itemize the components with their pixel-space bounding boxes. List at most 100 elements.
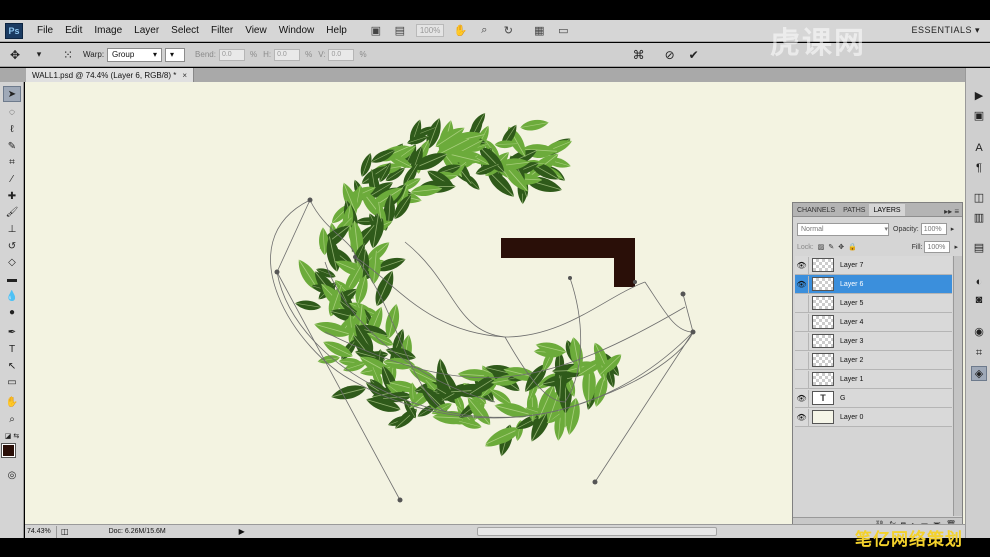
- preset-dropdown-icon[interactable]: ▾: [30, 46, 48, 64]
- actions-panel-icon[interactable]: ▣: [971, 108, 987, 123]
- layer-row-layer-2[interactable]: 👁 Layer 2: [795, 351, 952, 370]
- hand-tool-icon[interactable]: ✋: [451, 24, 469, 38]
- default-colors-icon[interactable]: ◪ ⇆: [3, 428, 21, 444]
- tab-paths[interactable]: PATHS: [839, 204, 869, 216]
- lock-image-icon[interactable]: ✎: [828, 243, 834, 251]
- h-distortion-field[interactable]: 0.0: [274, 48, 301, 61]
- move-tool-icon[interactable]: ➤: [3, 86, 21, 102]
- fill-arrow-icon[interactable]: ▸: [954, 243, 958, 251]
- menu-help[interactable]: Help: [320, 25, 353, 36]
- brush-tool-icon[interactable]: 🖌: [3, 204, 21, 220]
- close-icon[interactable]: ×: [182, 71, 187, 80]
- history-brush-tool-icon[interactable]: ↺: [3, 238, 21, 254]
- panel-menu-icon[interactable]: ▸▸ ≡: [944, 207, 962, 216]
- character-panel-icon[interactable]: A: [971, 140, 987, 155]
- blend-mode-select[interactable]: Normal ▾: [797, 222, 889, 236]
- v-distortion-field[interactable]: 0.0: [328, 48, 355, 61]
- layer-row-layer-5[interactable]: 👁 Layer 5: [795, 294, 952, 313]
- eye-icon[interactable]: 👁: [795, 332, 809, 350]
- opacity-arrow-icon[interactable]: ▸: [951, 225, 955, 233]
- zoom-field[interactable]: 74.43%: [25, 525, 57, 538]
- clone-stamp-tool-icon[interactable]: ⊥: [3, 221, 21, 237]
- zoom-tool-icon[interactable]: ⌕: [3, 411, 21, 427]
- quick-select-tool-icon[interactable]: ✎: [3, 138, 21, 154]
- eye-icon[interactable]: 👁: [795, 275, 809, 293]
- eye-icon[interactable]: 👁: [795, 370, 809, 388]
- eye-icon[interactable]: 👁: [795, 294, 809, 312]
- lasso-tool-icon[interactable]: ℓ: [3, 121, 21, 137]
- gradient-tool-icon[interactable]: ▬: [3, 271, 21, 287]
- bend-field[interactable]: 0.0: [218, 48, 245, 61]
- horizontal-scrollbar[interactable]: [477, 527, 717, 536]
- tab-layers[interactable]: LAYERS: [869, 204, 905, 216]
- eye-icon[interactable]: 👁: [795, 389, 809, 407]
- layer-row-g-text[interactable]: 👁 T G: [795, 389, 952, 408]
- quick-mask-icon[interactable]: ◎: [3, 467, 21, 483]
- lock-all-icon[interactable]: 🔒: [848, 243, 857, 251]
- reference-point-icon[interactable]: ⁙: [59, 46, 77, 64]
- arrange-documents-icon[interactable]: ▦: [530, 24, 548, 38]
- marquee-tool-icon[interactable]: ◌: [3, 104, 21, 120]
- paragraph-panel-icon[interactable]: ¶: [971, 160, 987, 175]
- lock-transparency-icon[interactable]: ▨: [818, 243, 825, 251]
- menu-window[interactable]: Window: [273, 25, 321, 36]
- menu-select[interactable]: Select: [165, 25, 205, 36]
- layers-panel-icon[interactable]: ◈: [971, 366, 987, 381]
- status-icon[interactable]: ◫: [61, 527, 69, 536]
- workspace-switcher[interactable]: ESSENTIALS ▾: [911, 25, 980, 36]
- toggle-warp-mode-icon[interactable]: ⌘: [630, 46, 648, 64]
- layer-row-layer-7[interactable]: 👁 Layer 7: [795, 256, 952, 275]
- navigator-panel-icon[interactable]: ◫: [971, 190, 987, 205]
- layers-scrollbar[interactable]: [953, 256, 962, 516]
- foreground-color-swatch[interactable]: [1, 443, 16, 458]
- cancel-transform-icon[interactable]: ⊘: [661, 46, 679, 64]
- screen-mode-icon[interactable]: ▭: [554, 24, 572, 38]
- styles-panel-icon[interactable]: ◉: [971, 324, 987, 339]
- bridge-icon[interactable]: ▣: [367, 24, 385, 38]
- menu-edit[interactable]: Edit: [59, 25, 88, 36]
- tab-channels[interactable]: CHANNELS: [793, 204, 839, 216]
- menu-file[interactable]: File: [31, 25, 59, 36]
- warp-orientation-select[interactable]: ▾: [165, 47, 186, 62]
- blur-tool-icon[interactable]: 💧: [3, 288, 21, 304]
- pen-tool-icon[interactable]: ✒: [3, 324, 21, 340]
- type-tool-icon[interactable]: T: [3, 341, 21, 357]
- swatches-panel-icon[interactable]: ⌗: [971, 346, 987, 361]
- masks-panel-icon[interactable]: ◙: [971, 292, 987, 307]
- shape-tool-icon[interactable]: ▭: [3, 374, 21, 390]
- menu-image[interactable]: Image: [88, 25, 128, 36]
- status-menu-arrow-icon[interactable]: ▶: [239, 527, 245, 536]
- fill-field[interactable]: 100%: [924, 241, 951, 253]
- warp-style-select[interactable]: Group ▾: [107, 47, 163, 62]
- layer-row-layer-3[interactable]: 👁 Layer 3: [795, 332, 952, 351]
- history-panel-icon[interactable]: ▶: [971, 88, 987, 103]
- dodge-tool-icon[interactable]: ●: [3, 304, 21, 320]
- rotate-view-icon[interactable]: ↻: [499, 24, 517, 38]
- layer-row-layer-4[interactable]: 👁 Layer 4: [795, 313, 952, 332]
- move-tool-preset-icon[interactable]: ✥: [6, 46, 24, 64]
- commit-transform-icon[interactable]: ✔: [685, 46, 703, 64]
- zoom-level-select[interactable]: 100%: [415, 24, 445, 37]
- lock-position-icon[interactable]: ✥: [838, 243, 844, 251]
- zoom-tool-icon[interactable]: ⌕: [475, 24, 493, 38]
- crop-tool-icon[interactable]: ⌗: [3, 154, 21, 170]
- eraser-tool-icon[interactable]: ◇: [3, 254, 21, 270]
- menu-view[interactable]: View: [239, 25, 273, 36]
- adjustments-panel-icon[interactable]: ◐: [971, 274, 987, 289]
- opacity-field[interactable]: 100%: [920, 223, 947, 235]
- brush-panel-icon[interactable]: ▤: [971, 240, 987, 255]
- eyedropper-tool-icon[interactable]: ⁄: [3, 171, 21, 187]
- healing-brush-tool-icon[interactable]: ✚: [3, 188, 21, 204]
- eye-icon[interactable]: 👁: [795, 408, 809, 426]
- eye-icon[interactable]: 👁: [795, 351, 809, 369]
- info-panel-icon[interactable]: ▥: [971, 210, 987, 225]
- layer-row-layer-1[interactable]: 👁 Layer 1: [795, 370, 952, 389]
- document-tab[interactable]: WALL1.psd @ 74.4% (Layer 6, RGB/8) * ×: [26, 68, 195, 82]
- hand-tool-icon[interactable]: ✋: [3, 394, 21, 410]
- menu-layer[interactable]: Layer: [128, 25, 165, 36]
- layer-row-layer-0[interactable]: 👁 Layer 0: [795, 408, 952, 427]
- layer-row-layer-6[interactable]: 👁 Layer 6: [795, 275, 952, 294]
- path-selection-tool-icon[interactable]: ↖: [3, 358, 21, 374]
- view-extras-icon[interactable]: ▤: [391, 24, 409, 38]
- eye-icon[interactable]: 👁: [795, 313, 809, 331]
